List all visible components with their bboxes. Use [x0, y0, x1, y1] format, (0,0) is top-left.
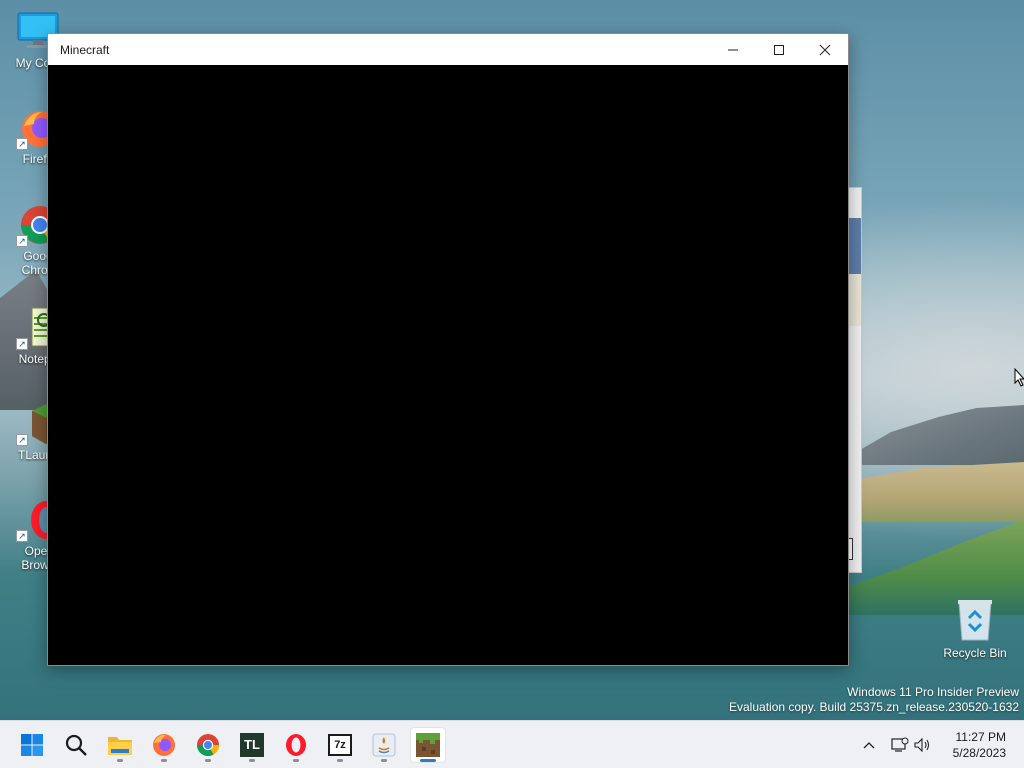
speaker-icon — [914, 737, 930, 753]
clock[interactable]: 11:27 PM 5/28/2023 — [953, 729, 1006, 761]
close-button[interactable] — [802, 34, 848, 65]
shortcut-arrow-icon: ↗ — [16, 338, 28, 350]
minecraft-window[interactable]: Minecraft — [47, 33, 849, 666]
shortcut-arrow-icon: ↗ — [16, 434, 28, 446]
shortcut-arrow-icon: ↗ — [16, 530, 28, 542]
network-icon — [891, 737, 909, 752]
running-indicator — [249, 759, 255, 762]
recycle-bin-label: Recycle Bin — [943, 646, 1007, 660]
taskbar-tlauncher[interactable]: TL — [234, 727, 270, 763]
close-icon — [819, 44, 831, 55]
taskbar-opera[interactable] — [278, 727, 314, 763]
start-button[interactable] — [14, 727, 50, 763]
taskbar: TL 7z 11:27 PM 5/28/2023 — [0, 720, 1024, 768]
shortcut-arrow-icon: ↗ — [16, 235, 28, 247]
shortcut-arrow-icon: ↗ — [16, 138, 28, 150]
taskbar-file-explorer[interactable] — [102, 727, 138, 763]
running-indicator — [161, 759, 167, 762]
window-titlebar[interactable]: Minecraft — [48, 34, 848, 65]
taskbar-7zip[interactable]: 7z — [322, 727, 358, 763]
watermark-line2: Evaluation copy. Build 25375.zn_release.… — [729, 700, 1019, 714]
running-indicator — [205, 759, 211, 762]
search-icon — [65, 734, 87, 756]
7zip-icon: 7z — [328, 734, 352, 756]
clock-date: 5/28/2023 — [952, 746, 1006, 760]
game-canvas[interactable] — [48, 65, 848, 665]
volume-button[interactable] — [912, 721, 934, 768]
java-icon — [372, 733, 396, 757]
network-button[interactable] — [888, 721, 912, 768]
taskbar-java[interactable] — [366, 727, 402, 763]
running-indicator — [381, 759, 387, 762]
opera-icon — [286, 734, 306, 756]
minimize-button[interactable] — [710, 34, 756, 65]
wallpaper-hill — [834, 405, 1024, 465]
taskbar-chrome[interactable] — [190, 727, 226, 763]
search-button[interactable] — [58, 727, 94, 763]
system-tray — [858, 721, 934, 768]
recycle-bin-icon — [955, 598, 995, 642]
taskbar-firefox[interactable] — [146, 727, 182, 763]
minimize-icon — [728, 49, 738, 50]
running-indicator — [117, 759, 123, 762]
clock-time: 11:27 PM — [955, 730, 1006, 744]
folder-icon — [108, 737, 132, 755]
watermark-line1: Windows 11 Pro Insider Preview — [847, 685, 1019, 699]
chevron-up-icon — [863, 742, 875, 749]
windows-start-icon — [21, 734, 43, 756]
chrome-icon — [197, 734, 219, 756]
tlauncher-icon: TL — [240, 733, 264, 757]
firefox-icon — [153, 734, 175, 756]
windows-watermark: Windows 11 Pro Insider Preview Evaluatio… — [729, 685, 1019, 715]
running-indicator — [337, 759, 343, 762]
taskbar-minecraft[interactable] — [410, 727, 446, 763]
maximize-icon — [774, 44, 784, 55]
desktop-icon-recycle-bin[interactable]: Recycle Bin — [937, 598, 1013, 660]
show-hidden-icons-button[interactable] — [858, 721, 880, 768]
running-indicator — [293, 759, 299, 762]
window-title: Minecraft — [60, 42, 110, 57]
running-indicator — [420, 759, 436, 762]
minecraft-icon — [416, 733, 440, 757]
maximize-button[interactable] — [756, 34, 802, 65]
wallpaper-field — [854, 462, 1024, 522]
resize-cursor-icon — [1014, 367, 1024, 393]
